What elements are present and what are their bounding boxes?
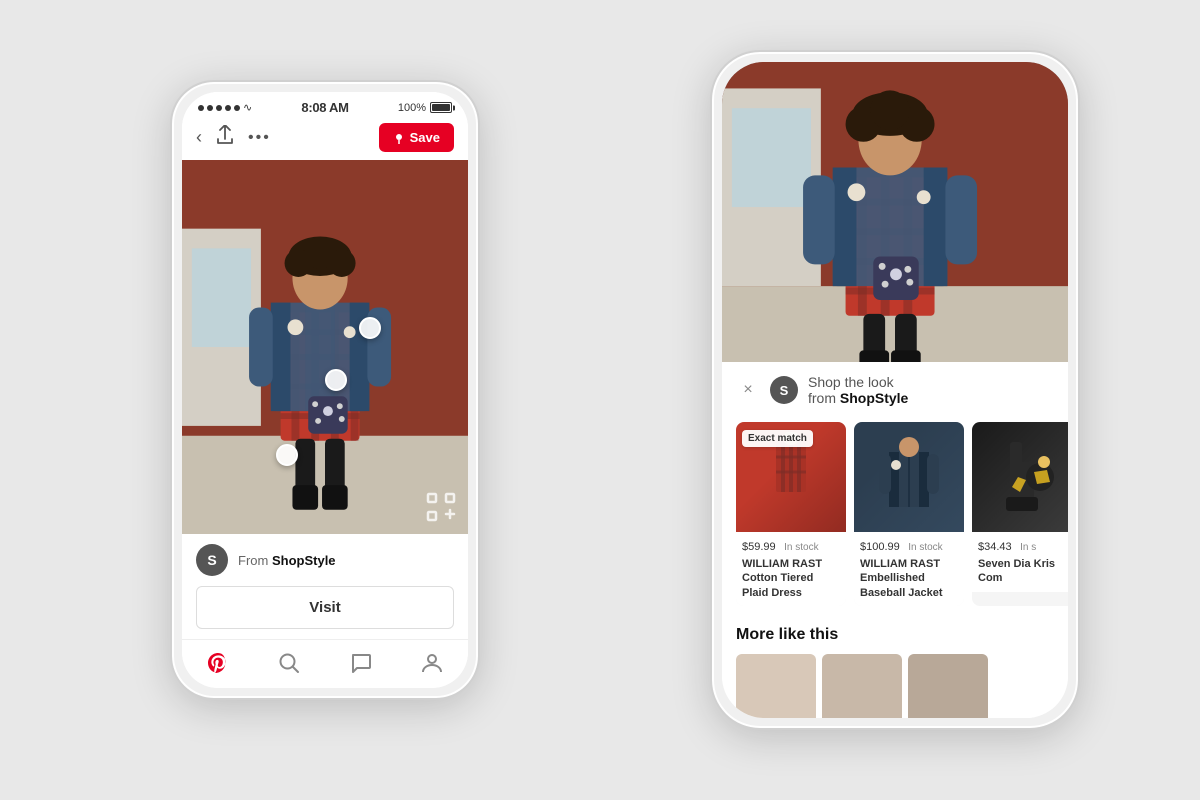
left-phone: ∿ 8:08 AM 100% ‹ bbox=[170, 80, 480, 700]
source-text: From ShopStyle bbox=[238, 553, 336, 568]
boots-illustration bbox=[992, 432, 1062, 522]
scan-icon[interactable] bbox=[426, 492, 456, 522]
status-bar-left: ∿ 8:08 AM 100% bbox=[182, 92, 468, 119]
right-phone-screen: × S Shop the look from ShopStyle bbox=[722, 62, 1068, 718]
nav-chat[interactable] bbox=[346, 648, 376, 678]
share-button[interactable] bbox=[216, 125, 234, 150]
more-thumb-1[interactable] bbox=[736, 654, 816, 718]
close-button[interactable]: × bbox=[736, 378, 760, 402]
product-name-1: WILLIAM RAST Cotton Tiered Plaid Dress bbox=[742, 557, 840, 600]
battery-pct: 100% bbox=[398, 102, 426, 114]
product-card-1[interactable]: Exact match $59.99 In stock WILLIAM RAST… bbox=[736, 422, 846, 606]
shop-title: Shop the look from ShopStyle bbox=[808, 374, 1054, 406]
battery-icon bbox=[430, 102, 452, 113]
nav-pinterest[interactable] bbox=[203, 648, 233, 678]
search-icon bbox=[278, 652, 300, 674]
nav-bar-left: ‹ ••• Save bbox=[182, 119, 468, 160]
product-info-3: $34.43 In s Seven Dia Kris Com bbox=[972, 532, 1068, 592]
product-card-2[interactable]: $100.99 In stock WILLIAM RAST Embellishe… bbox=[854, 422, 964, 606]
main-image-right bbox=[722, 62, 1068, 362]
product-price-2: $100.99 bbox=[860, 541, 900, 553]
products-row: Exact match $59.99 In stock WILLIAM RAST… bbox=[722, 414, 1068, 614]
product-img-2 bbox=[854, 422, 964, 532]
source-bar: S From ShopStyle bbox=[182, 534, 468, 586]
visit-button[interactable]: Visit bbox=[196, 586, 454, 629]
bottom-nav-left bbox=[182, 639, 468, 688]
wifi-icon: ∿ bbox=[243, 101, 252, 114]
status-time: 8:08 AM bbox=[301, 100, 348, 115]
more-like-this-label: More like this bbox=[722, 614, 1068, 650]
product-info-2: $100.99 In stock WILLIAM RAST Embellishe… bbox=[854, 532, 964, 606]
fashion-image-right bbox=[722, 62, 1068, 362]
product-img-3 bbox=[972, 422, 1068, 532]
signal-dot-1 bbox=[198, 105, 204, 111]
more-thumb-2[interactable] bbox=[822, 654, 902, 718]
product-image-jacket bbox=[854, 422, 964, 532]
product-price-3: $34.43 bbox=[978, 541, 1012, 553]
nav-search[interactable] bbox=[274, 648, 304, 678]
product-name-3: Seven Dia Kris Com bbox=[978, 557, 1068, 586]
product-stock-3: In s bbox=[1020, 542, 1036, 553]
signal-dot-3 bbox=[216, 105, 222, 111]
signal-dot-2 bbox=[207, 105, 213, 111]
exact-match-badge: Exact match bbox=[742, 430, 813, 447]
product-info-1: $59.99 In stock WILLIAM RAST Cotton Tier… bbox=[736, 532, 846, 606]
source-avatar: S bbox=[196, 544, 228, 576]
more-button[interactable]: ••• bbox=[248, 129, 271, 147]
fashion-image-left bbox=[182, 160, 468, 534]
person-icon bbox=[421, 652, 443, 674]
more-grid-preview bbox=[722, 650, 1068, 718]
right-phone: × S Shop the look from ShopStyle bbox=[710, 50, 1080, 730]
product-stock-1: In stock bbox=[784, 542, 818, 553]
product-image-boots bbox=[972, 422, 1068, 532]
product-card-3[interactable]: $34.43 In s Seven Dia Kris Com bbox=[972, 422, 1068, 606]
chat-icon bbox=[350, 652, 372, 674]
left-phone-screen: ∿ 8:08 AM 100% ‹ bbox=[182, 92, 468, 688]
pin-icon bbox=[393, 132, 405, 144]
product-price-1: $59.99 bbox=[742, 541, 776, 553]
battery-fill bbox=[432, 104, 450, 111]
main-image-left bbox=[182, 160, 468, 534]
nav-profile[interactable] bbox=[417, 648, 447, 678]
product-stock-2: In stock bbox=[908, 542, 942, 553]
shop-header: × S Shop the look from ShopStyle bbox=[722, 362, 1068, 414]
battery-area: 100% bbox=[398, 102, 452, 114]
signal-dot-5 bbox=[234, 105, 240, 111]
product-img-1: Exact match bbox=[736, 422, 846, 532]
signal-dot-4 bbox=[225, 105, 231, 111]
phones-container: ∿ 8:08 AM 100% ‹ bbox=[0, 0, 1200, 800]
save-button[interactable]: Save bbox=[379, 123, 454, 152]
product-name-2: WILLIAM RAST Embellished Baseball Jacket bbox=[860, 557, 958, 600]
shop-avatar: S bbox=[770, 376, 798, 404]
jacket-illustration bbox=[874, 432, 944, 522]
pinterest-icon bbox=[206, 651, 230, 675]
signal-area: ∿ bbox=[198, 101, 252, 114]
back-button[interactable]: ‹ bbox=[196, 127, 202, 148]
nav-left-area: ‹ ••• bbox=[196, 125, 271, 150]
more-thumb-3[interactable] bbox=[908, 654, 988, 718]
